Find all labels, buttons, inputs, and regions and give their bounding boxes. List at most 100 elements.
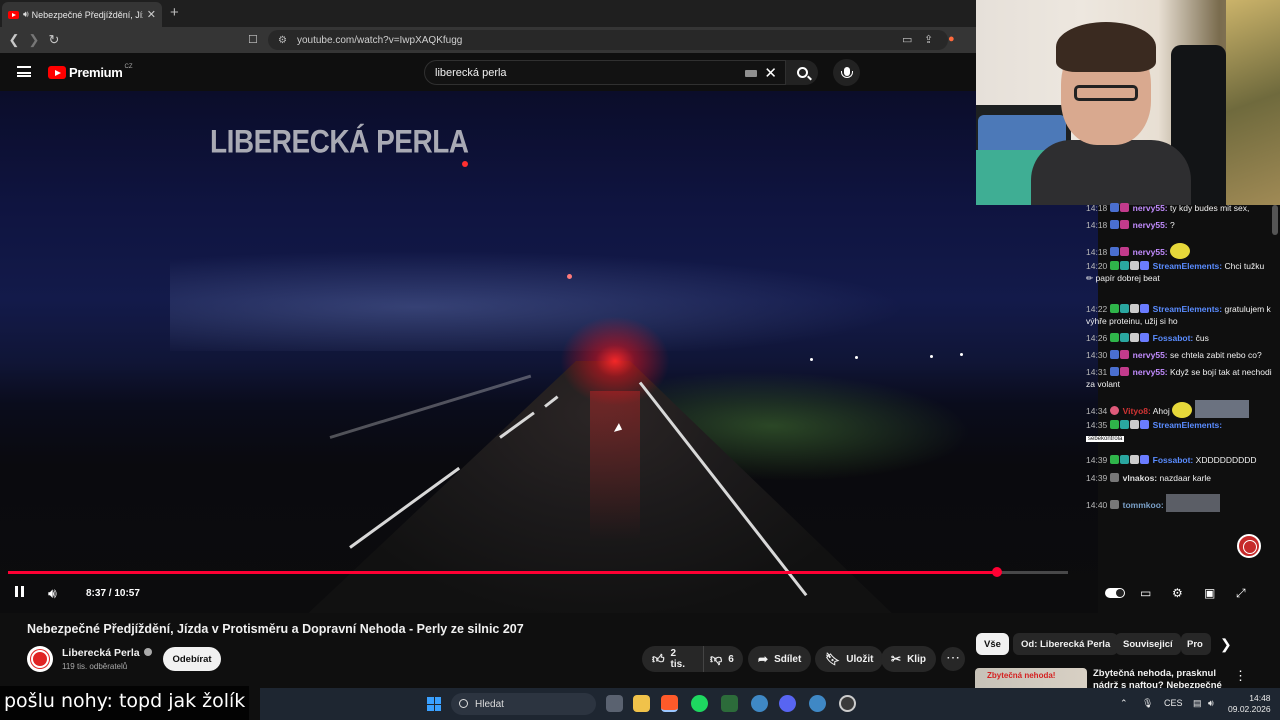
badge-icon — [1120, 455, 1130, 464]
progress-handle[interactable] — [991, 567, 1002, 577]
chat-text: nazdaar karle — [1159, 473, 1212, 483]
volume-tray-icon[interactable]: 🔊︎ — [1208, 698, 1214, 709]
task-view-icon[interactable] — [606, 695, 623, 712]
browser-tabbar: 🔊︎ Nebezpečné Předjíždění, Jízda ✕ + — [0, 0, 976, 27]
app-icon[interactable] — [809, 695, 826, 712]
url-text: youtube.com/watch?v=IwpXAQKfugg — [296, 34, 463, 46]
channel-avatar[interactable] — [27, 646, 53, 672]
emote-icon — [1172, 402, 1193, 418]
chat-message: 14:18 nervy55: ? — [1086, 219, 1272, 231]
chat-time: 14:18 — [1086, 247, 1108, 257]
cast-icon[interactable]: ▭ — [902, 33, 912, 46]
badge-icon — [1120, 261, 1130, 270]
forward-icon[interactable]: ❯ — [24, 32, 44, 48]
obs-icon[interactable] — [839, 695, 856, 712]
browser-tab[interactable]: 🔊︎ Nebezpečné Předjíždění, Jízda ✕ — [2, 2, 162, 27]
chat-user: StreamElements: — [1152, 261, 1223, 271]
chat-text: ? — [1170, 220, 1175, 230]
chat-message: 14:35 StreamElements: sebekontrola — [1086, 419, 1272, 445]
youtube-logo[interactable]: Premium CZ — [48, 64, 133, 80]
keyboard-icon[interactable] — [745, 70, 757, 77]
chevron-up-icon[interactable]: ⌃ — [1120, 698, 1128, 709]
badge-icon — [1140, 304, 1150, 313]
site-info-icon[interactable]: ⚙ — [278, 35, 287, 46]
volume-icon[interactable]: 🔊︎ — [48, 580, 57, 606]
youtube-header: Premium CZ liberecká perla ✕ — [0, 53, 976, 91]
stream-caption-overlay: pošlu nohy: topd jak žolík — [0, 686, 250, 720]
streamer-glasses — [1074, 85, 1138, 101]
more-icon[interactable]: ⋯ — [941, 647, 965, 671]
brave-browser-icon[interactable] — [661, 695, 678, 712]
chat-message: 14:34 Vityo8: Ahoj — [1086, 400, 1272, 418]
dislike-button[interactable]: 👎︎ 6 — [703, 646, 743, 672]
brave-shield-icon[interactable]: ● — [948, 33, 955, 45]
new-tab-icon[interactable]: + — [170, 4, 179, 21]
menu-icon[interactable] — [17, 66, 31, 77]
badge-icon — [1130, 304, 1140, 313]
unsubscribe-button[interactable]: Odebírat — [163, 647, 221, 671]
mic-tray-icon[interactable]: 🎙︎ — [1142, 698, 1153, 709]
badge-icon — [1110, 350, 1120, 359]
reload-icon[interactable]: ↻ — [44, 32, 64, 48]
chat-time: 14:39 — [1086, 473, 1108, 483]
windows-start-icon[interactable] — [427, 697, 441, 711]
chat-time: 14:26 — [1086, 333, 1108, 343]
chat-scrollbar[interactable] — [1272, 205, 1278, 235]
channel-name[interactable]: Liberecká Perla — [62, 647, 152, 659]
time-display: 8:37 / 10:57 — [86, 587, 140, 599]
badge-icon — [1110, 500, 1120, 509]
share-button[interactable]: ➦ Sdílet — [748, 646, 812, 672]
recommendation-thumbnail[interactable]: Zbytečná nehoda! — [975, 668, 1087, 688]
record-icon — [1237, 534, 1261, 558]
close-tab-icon[interactable]: ✕ — [147, 8, 156, 21]
progress-bar[interactable] — [8, 567, 1068, 577]
badge-icon — [1110, 333, 1120, 342]
subscriber-count: 119 tis. odběratelů — [62, 662, 128, 671]
badge-icon — [1140, 261, 1150, 270]
badge-icon — [1120, 420, 1130, 429]
kebab-menu-icon[interactable]: ⋮ — [1234, 668, 1247, 684]
taskbar-search[interactable]: Hledat — [451, 693, 596, 715]
light-dot — [567, 274, 572, 279]
pause-button[interactable] — [15, 580, 27, 606]
video-player[interactable]: LIBERECKÁ PERLA — [0, 91, 1098, 613]
badge-icon — [1130, 333, 1140, 342]
chip-for-you[interactable]: Pro — [1181, 633, 1211, 655]
badge-icon — [1140, 455, 1150, 464]
search-button[interactable] — [786, 60, 818, 85]
chip-from-channel[interactable]: Od: Liberecká Perla — [1013, 633, 1119, 655]
chip-related[interactable]: Souvisejicí — [1115, 633, 1181, 655]
network-icon[interactable]: ▤ — [1193, 698, 1202, 709]
webcam-overlay — [976, 0, 1280, 205]
like-button[interactable]: 👍︎ 2 tis. — [642, 646, 703, 672]
app-icon[interactable] — [751, 695, 768, 712]
bookmark-icon[interactable]: ☐ — [248, 33, 258, 46]
scissors-icon: ✂ — [891, 652, 902, 666]
chip-all[interactable]: Vše — [976, 633, 1009, 655]
road-reflection — [590, 391, 640, 541]
file-explorer-icon[interactable] — [633, 695, 650, 712]
save-button[interactable]: 🔖︎ Uložit — [815, 646, 884, 672]
voice-search-button[interactable] — [833, 59, 860, 86]
address-bar[interactable]: ⚙ youtube.com/watch?v=IwpXAQKfugg — [268, 30, 948, 50]
spotify-icon[interactable] — [691, 695, 708, 712]
clip-button[interactable]: ✂ Klip — [881, 646, 936, 672]
chat-message: 14:40 tommkoo: — [1086, 494, 1272, 512]
recommendation-title[interactable]: Zbytečná nehoda, prasknul nádrž s naftou… — [1093, 668, 1225, 688]
clock-date: 09.02.2026 — [1228, 704, 1271, 714]
chevron-right-icon[interactable]: ❯ — [1220, 636, 1232, 653]
chat-user: Vityo8: — [1122, 406, 1151, 416]
back-icon[interactable]: ❮ — [4, 32, 24, 48]
clear-search-icon[interactable]: ✕ — [764, 64, 777, 82]
discord-icon[interactable] — [779, 695, 796, 712]
share-page-icon[interactable]: ⇪ — [924, 33, 933, 46]
speaker-icon[interactable]: 🔊︎ — [23, 9, 29, 20]
language-indicator[interactable]: CES — [1164, 698, 1183, 708]
clock[interactable]: 14:48 09.02.2026 — [1228, 693, 1271, 715]
badge-icon — [1110, 220, 1120, 229]
save-icon: 🔖︎ — [825, 652, 841, 666]
chat-user: nervy55: — [1132, 247, 1168, 257]
light-dot — [960, 353, 963, 356]
app-icon[interactable] — [721, 695, 738, 712]
search-input[interactable]: liberecká perla ✕ — [424, 60, 786, 85]
